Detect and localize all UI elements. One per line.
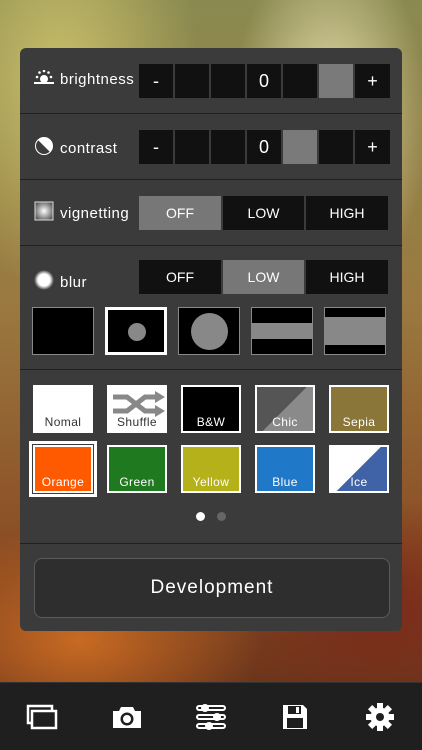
blur-label: blur [60,273,88,291]
contrast-increase-button[interactable]: + [355,130,390,164]
filter-label: Nomal [44,415,82,429]
blur-low-button[interactable]: LOW [223,260,304,294]
filter-nomal[interactable]: Nomal [33,385,93,433]
vignetting-selector: OFF LOW HIGH [139,196,388,230]
development-button[interactable]: Development [34,558,390,618]
filter-label: B&W [196,415,226,429]
blur-selector: OFF LOW HIGH [139,260,388,294]
settings-panel: brightness - 0 + contrast - 0 + vignetting… [20,48,402,631]
vignetting-low-button[interactable]: LOW [223,196,304,230]
brightness-step-cell[interactable] [175,64,209,98]
filter-bw[interactable]: B&W [181,385,241,433]
page-dot[interactable] [217,512,226,521]
contrast-decrease-button[interactable]: - [139,130,173,164]
blur-shape-wide-band[interactable] [324,307,386,355]
filter-sepia[interactable]: Sepia [329,385,389,433]
contrast-step-cell[interactable]: 0 [247,130,281,164]
vignetting-high-button[interactable]: HIGH [306,196,388,230]
contrast-row: contrast - 0 + [20,114,402,180]
filter-label: Shuffle [117,415,157,429]
brightness-step-cell[interactable] [283,64,317,98]
contrast-icon [34,136,54,160]
gallery-icon[interactable] [22,697,62,737]
contrast-label: contrast [60,139,118,157]
contrast-step-cell[interactable] [175,130,209,164]
filter-yellow[interactable]: Yellow [181,445,241,493]
contrast-label-group: contrast [34,136,117,160]
development-section: Development [20,543,402,631]
filter-label: Chic [272,415,298,429]
brightness-step-cell[interactable] [319,64,353,98]
filter-orange[interactable]: Orange [29,441,97,497]
vignetting-row: vignetting OFF LOW HIGH [20,180,402,246]
filter-shuffle[interactable]: Shuffle [107,385,167,433]
blur-high-button[interactable]: HIGH [306,260,388,294]
filter-green[interactable]: Green [107,445,167,493]
shuffle-icon [113,391,165,417]
filter-label: Orange [41,475,85,489]
brightness-row: brightness - 0 + [20,48,402,114]
camera-icon[interactable] [107,697,147,737]
save-icon[interactable] [275,697,315,737]
blur-shape-none[interactable] [32,307,94,355]
brightness-label: brightness [60,70,135,88]
filter-grid: Nomal Shuffle B&W Chic Sepia Orange Gree… [29,385,391,497]
filter-chic[interactable]: Chic [255,385,315,433]
blur-label-group: blur [34,270,87,294]
brightness-stepper[interactable]: - 0 + [139,64,390,98]
filter-label: Green [119,475,155,489]
vignetting-label-group: vignetting [34,201,129,225]
blur-shape-large-circle[interactable] [178,307,240,355]
gear-icon[interactable] [360,697,400,737]
filter-label: Ice [350,475,368,489]
filter-label: Yellow [192,475,230,489]
brightness-increase-button[interactable]: + [355,64,390,98]
bottom-toolbar [0,682,422,750]
brightness-decrease-button[interactable]: - [139,64,173,98]
blur-shape-narrow-band[interactable] [251,307,313,355]
vignetting-label: vignetting [60,204,130,222]
brightness-icon [34,69,54,88]
filter-label: Sepia [342,415,376,429]
page-dot-active[interactable] [196,512,205,521]
blur-off-button[interactable]: OFF [139,260,221,294]
contrast-step-cell[interactable] [319,130,353,164]
filter-ice[interactable]: Ice [329,445,389,493]
filter-blue[interactable]: Blue [255,445,315,493]
page-indicator [196,512,238,521]
contrast-step-cell[interactable] [211,130,245,164]
blur-shape-selector [32,307,386,355]
contrast-step-cell[interactable] [283,130,317,164]
vignetting-off-button[interactable]: OFF [139,196,221,230]
brightness-step-cell[interactable]: 0 [247,64,281,98]
brightness-step-cell[interactable] [211,64,245,98]
vignetting-icon [34,201,54,225]
filter-label: Blue [272,475,298,489]
brightness-label-group: brightness [34,69,135,88]
sliders-icon[interactable] [191,697,231,737]
contrast-stepper[interactable]: - 0 + [139,130,390,164]
blur-icon [34,270,54,294]
blur-shape-small-circle[interactable] [105,307,167,355]
